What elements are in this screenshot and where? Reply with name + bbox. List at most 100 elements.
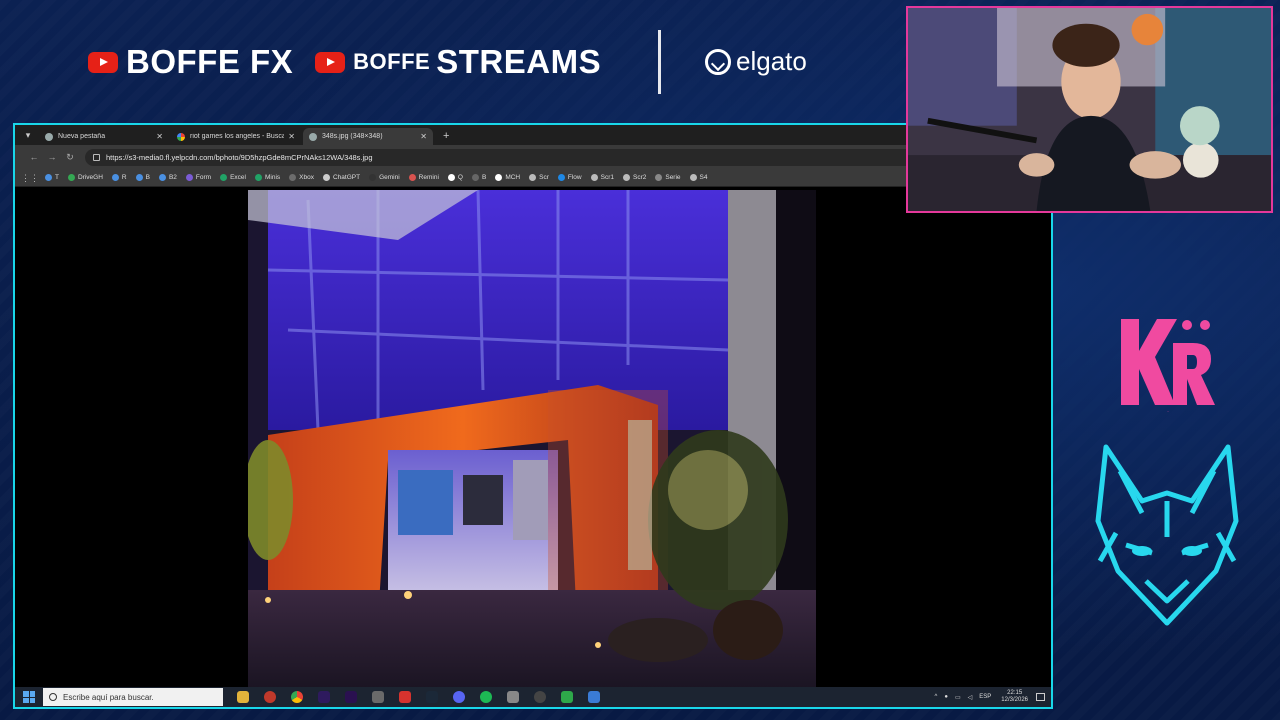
bookmark-item[interactable]: Serie (655, 174, 681, 181)
bookmark-favicon-icon (495, 174, 503, 181)
chrome-icon (45, 132, 53, 141)
bookmark-item[interactable]: B (471, 174, 487, 181)
bookmark-item[interactable]: Gemini (369, 174, 400, 181)
windows-taskbar: Escribe aquí para buscar. ^ ● ▭ ◁ ESP 22… (15, 687, 1051, 707)
tab-google-search[interactable]: riot games los angeles - Buscar ✕ (171, 128, 301, 145)
app-icon[interactable] (372, 691, 384, 703)
bookmark-list: T DriveGH R B B2 Form Excel Minis Xbox ChatGPT Gem… (45, 174, 717, 181)
bookmark-favicon-icon (447, 174, 455, 181)
bookmark-item[interactable]: Scr1 (590, 174, 614, 181)
microphone-icon[interactable]: ● (944, 694, 948, 700)
bookmark-item[interactable]: Scr (529, 174, 549, 181)
chrome-icon[interactable] (291, 691, 303, 703)
bookmark-item[interactable]: Excel (220, 174, 246, 181)
bookmark-favicon-icon (135, 174, 143, 181)
bookmark-item[interactable]: Form (185, 174, 211, 181)
sponsor-divider (658, 30, 661, 94)
url-input[interactable]: https://s3-media0.fl.yelpcdn.com/bphoto/… (85, 148, 925, 166)
sponsor-bar: BOFFE FX BOFFE STREAMS (88, 40, 623, 84)
bookmark-item[interactable]: T (45, 174, 59, 181)
bookmark-label: Gemini (379, 174, 400, 181)
taskbar-search-placeholder: Escribe aquí para buscar. (63, 692, 154, 702)
bookmark-label: Scr (539, 174, 549, 181)
bookmark-label: R (121, 174, 127, 181)
clock-date: 12/3/2026 (1001, 697, 1028, 703)
screen-capture-frame: ▾ Nueva pestaña ✕ riot games los angeles… (13, 123, 1053, 709)
bookmark-label: Scr1 (600, 174, 614, 181)
bookmark-item[interactable]: ChatGPT (322, 174, 361, 181)
forward-icon[interactable]: → (43, 152, 61, 162)
reload-icon[interactable]: ↻ (61, 152, 79, 163)
steam-icon[interactable] (426, 691, 438, 703)
bookmark-favicon-icon (45, 174, 52, 181)
app-icon[interactable] (264, 691, 276, 703)
bookmark-label: ChatGPT (332, 174, 361, 181)
sponsor-elgato: elgato (705, 46, 807, 77)
bookmark-favicon-icon (369, 174, 377, 181)
bookmark-favicon-icon (289, 174, 297, 181)
bookmark-label: MCH (505, 174, 521, 181)
app-icon[interactable] (561, 691, 573, 703)
bookmark-item[interactable]: S4 (689, 174, 708, 181)
bookmark-item[interactable]: Remini (408, 174, 439, 181)
app-icon[interactable] (588, 691, 600, 703)
back-icon[interactable]: ← (25, 152, 43, 162)
taskbar-search-input[interactable]: Escribe aquí para buscar. (43, 688, 223, 706)
browser-viewport (15, 188, 1051, 690)
taskbar-clock[interactable]: 22:15 12/3/2026 (1001, 690, 1028, 704)
bookmark-label: Serie (665, 174, 681, 181)
system-tray: ^ ● ▭ ◁ ESP 22:15 12/3/2026 (928, 687, 1045, 707)
discord-icon[interactable] (453, 691, 465, 703)
bookmark-item[interactable]: B2 (158, 174, 177, 181)
site-info-icon[interactable] (93, 153, 100, 161)
bookmark-item[interactable]: DriveGH (67, 174, 103, 181)
notification-icon[interactable] (1036, 693, 1045, 701)
bookmark-favicon-icon (689, 174, 697, 181)
volume-icon[interactable]: ◁ (968, 694, 973, 701)
close-icon[interactable]: ✕ (288, 132, 295, 141)
youtube-icon (315, 51, 346, 73)
bookmark-item[interactable]: Xbox (289, 174, 314, 181)
bookmark-item[interactable]: R (111, 174, 127, 181)
bookmark-item[interactable]: Flow (557, 174, 582, 181)
photoshop-icon[interactable] (318, 691, 330, 703)
bookmark-item[interactable]: Q (447, 174, 463, 181)
spotify-icon[interactable] (480, 691, 492, 703)
obs-icon[interactable] (534, 691, 546, 703)
kru-logo-text: KRÜ (1167, 410, 1169, 413)
bookmark-item[interactable]: MCH (495, 174, 520, 181)
bookmark-label: S4 (699, 174, 708, 181)
bookmark-favicon-icon (408, 174, 416, 181)
browser-address-bar: ← → ↻ https://s3-media0.fl.yelpcdn.com/b… (15, 145, 1051, 169)
tab-image[interactable]: 348s.jpg (348×348) ✕ (303, 128, 433, 145)
bookmark-favicon-icon (158, 174, 166, 181)
language-indicator[interactable]: ESP (979, 694, 991, 700)
youtube-icon (88, 51, 118, 73)
network-icon[interactable]: ▭ (955, 694, 961, 701)
apps-grid-icon[interactable]: ⋮⋮ (21, 173, 39, 183)
bookmark-item[interactable]: B (135, 174, 150, 181)
bookmark-label: Excel (230, 174, 246, 181)
elgato-logo-icon (705, 48, 731, 75)
file-explorer-icon[interactable] (237, 691, 249, 703)
sponsor-boffe-streams-label: STREAMS (436, 43, 602, 80)
windows-start-icon[interactable] (23, 691, 35, 703)
new-tab-button[interactable]: + (443, 130, 449, 142)
bookmark-label: Scr2 (632, 174, 647, 181)
premiere-icon[interactable] (345, 691, 357, 703)
app-icon[interactable] (507, 691, 519, 703)
bookmark-label: B2 (168, 174, 177, 181)
bookmark-label: B (145, 174, 150, 181)
bookmark-item[interactable]: Minis (254, 174, 280, 181)
chevron-up-icon[interactable]: ^ (935, 694, 938, 700)
app-icon[interactable] (399, 691, 411, 703)
tab-label: Nueva pestaña (58, 133, 106, 140)
close-icon[interactable]: ✕ (420, 132, 427, 141)
bookmark-item[interactable]: Scr2 (622, 174, 647, 181)
tab-new-tab[interactable]: Nueva pestaña ✕ (39, 128, 169, 145)
tab-search-icon[interactable]: ▾ (21, 128, 35, 142)
sponsor-boffe-streams: BOFFE STREAMS (315, 43, 601, 81)
close-icon[interactable]: ✕ (156, 132, 163, 141)
browser-tab-strip: ▾ Nueva pestaña ✕ riot games los angeles… (15, 125, 1051, 145)
bookmark-label: B (481, 174, 487, 181)
